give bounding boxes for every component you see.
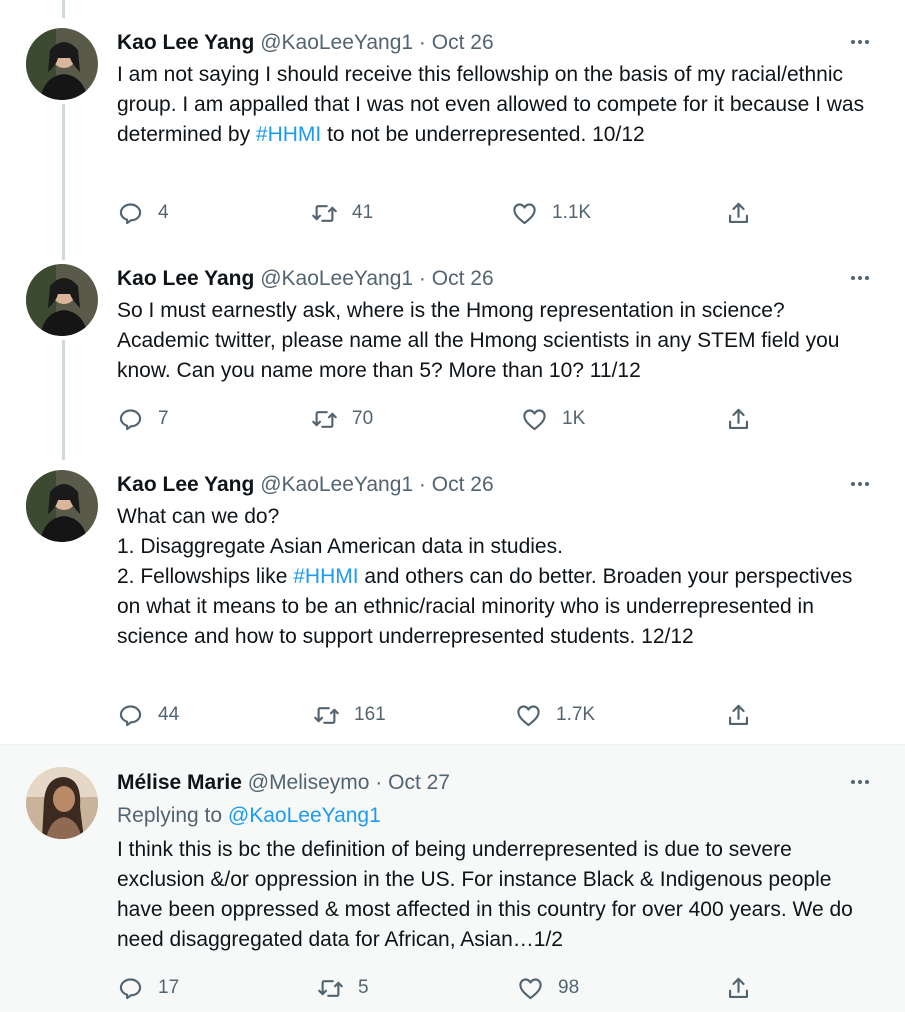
retweet-count: 161 (354, 704, 386, 725)
heart-icon (513, 202, 536, 224)
share-button[interactable] (725, 700, 752, 730)
heart-icon (517, 704, 540, 726)
like-count: 1.1K (552, 202, 592, 223)
more-horizontal-icon (851, 780, 869, 784)
avatar[interactable] (26, 470, 98, 542)
tweet-header: Kao Lee Yang @KaoLeeYang1 · Oct 26 (117, 266, 494, 292)
tweet-date[interactable]: Oct 27 (388, 771, 450, 794)
more-button[interactable] (847, 769, 873, 795)
tweet[interactable]: Kao Lee Yang @KaoLeeYang1 · Oct 26 What … (0, 450, 905, 744)
more-button[interactable] (847, 265, 873, 291)
retweet-count: 70 (352, 408, 374, 429)
tweet-text: I am not saying I should receive this fe… (117, 60, 877, 150)
retweet-button[interactable]: 70 (311, 404, 373, 434)
hashtag-link[interactable]: #HHMI (293, 565, 358, 588)
reply-icon (119, 202, 142, 224)
separator: · (418, 31, 426, 54)
separator: · (418, 267, 426, 290)
avatar[interactable] (26, 28, 98, 100)
separator: · (418, 473, 426, 496)
reply-icon (119, 977, 142, 999)
avatar[interactable] (26, 264, 98, 336)
reply-button[interactable]: 44 (117, 700, 179, 730)
tweet-text: What can we do? 1. Disaggregate Asian Am… (117, 502, 877, 652)
retweet-button[interactable]: 5 (317, 973, 369, 1003)
author-name[interactable]: Kao Lee Yang (117, 31, 254, 54)
author-name[interactable]: Kao Lee Yang (117, 267, 254, 290)
author-name[interactable]: Mélise Marie (117, 771, 242, 794)
like-count: 98 (558, 977, 580, 998)
tweet[interactable]: Mélise Marie @Meliseymo · Oct 27 Replyin… (0, 745, 905, 1012)
retweet-icon (312, 410, 337, 428)
tweet-line: 1. Disaggregate Asian American data in s… (117, 535, 563, 558)
author-handle[interactable]: @Meliseymo (248, 771, 370, 794)
heart-icon (519, 977, 542, 999)
share-icon (728, 977, 749, 998)
share-icon (728, 202, 749, 223)
share-button[interactable] (725, 404, 752, 434)
tweet-actions: 44 161 1.7K (117, 700, 767, 730)
like-count: 1.7K (556, 704, 596, 725)
retweet-button[interactable]: 161 (313, 700, 386, 730)
share-icon (728, 408, 749, 429)
retweet-icon (314, 706, 339, 724)
like-button[interactable]: 1.7K (515, 700, 595, 730)
replying-to: Replying to @KaoLeeYang1 (117, 801, 877, 831)
separator: · (375, 771, 383, 794)
reply-button[interactable]: 17 (117, 973, 179, 1003)
heart-icon (523, 408, 546, 430)
hashtag-link[interactable]: #HHMI (256, 123, 321, 146)
tweet-text-part: 2. Fellowships like (117, 565, 294, 588)
tweet-header: Mélise Marie @Meliseymo · Oct 27 (117, 770, 450, 796)
share-button[interactable] (725, 973, 752, 1003)
tweet-line: 2. Fellowships like #HHMI and others can… (117, 562, 877, 652)
tweet-date[interactable]: Oct 26 (432, 267, 494, 290)
tweet-header: Kao Lee Yang @KaoLeeYang1 · Oct 26 (117, 472, 494, 498)
like-button[interactable]: 1.1K (511, 198, 591, 228)
retweet-count: 41 (352, 202, 374, 223)
tweet-text: I think this is bc the definition of bei… (117, 838, 853, 951)
retweet-icon (312, 204, 337, 222)
like-count: 1K (562, 408, 586, 429)
more-horizontal-icon (851, 276, 869, 280)
share-button[interactable] (725, 198, 752, 228)
avatar[interactable] (26, 767, 98, 839)
tweet-date[interactable]: Oct 26 (432, 473, 494, 496)
more-button[interactable] (847, 471, 873, 497)
reply-icon (119, 408, 142, 430)
tweet-line: What can we do? (117, 505, 280, 528)
tweet-text-part: to not be underrepresented. 10/12 (321, 123, 645, 146)
retweet-count: 5 (358, 977, 369, 998)
tweet-header: Kao Lee Yang @KaoLeeYang1 · Oct 26 (117, 30, 494, 56)
share-icon (728, 704, 749, 725)
replying-to-label: Replying to (117, 804, 228, 827)
retweet-button[interactable]: 41 (311, 198, 373, 228)
tweet-text: So I must earnestly ask, where is the Hm… (117, 299, 840, 382)
tweet-actions: 7 70 1K (117, 404, 767, 434)
like-button[interactable]: 1K (521, 404, 585, 434)
author-handle[interactable]: @KaoLeeYang1 (260, 267, 413, 290)
more-horizontal-icon (851, 482, 869, 486)
more-button[interactable] (847, 29, 873, 55)
like-button[interactable]: 98 (517, 973, 579, 1003)
reply-count: 44 (158, 704, 180, 725)
author-handle[interactable]: @KaoLeeYang1 (260, 31, 413, 54)
tweet-date[interactable]: Oct 26 (432, 31, 494, 54)
author-name[interactable]: Kao Lee Yang (117, 473, 254, 496)
reply-button[interactable]: 7 (117, 404, 169, 434)
reply-count: 17 (158, 977, 180, 998)
more-horizontal-icon (851, 40, 869, 44)
reply-count: 7 (158, 408, 169, 429)
tweet[interactable]: Kao Lee Yang @KaoLeeYang1 · Oct 26 So I … (0, 244, 905, 450)
reply-icon (119, 704, 142, 726)
tweet-actions: 17 5 98 (117, 973, 767, 1003)
retweet-icon (318, 979, 343, 997)
reply-count: 4 (158, 202, 169, 223)
replying-to-handle[interactable]: @KaoLeeYang1 (228, 804, 381, 827)
author-handle[interactable]: @KaoLeeYang1 (260, 473, 413, 496)
tweet[interactable]: Kao Lee Yang @KaoLeeYang1 · Oct 26 I am … (0, 0, 905, 244)
reply-button[interactable]: 4 (117, 198, 169, 228)
tweet-actions: 4 41 1.1K (117, 198, 767, 228)
